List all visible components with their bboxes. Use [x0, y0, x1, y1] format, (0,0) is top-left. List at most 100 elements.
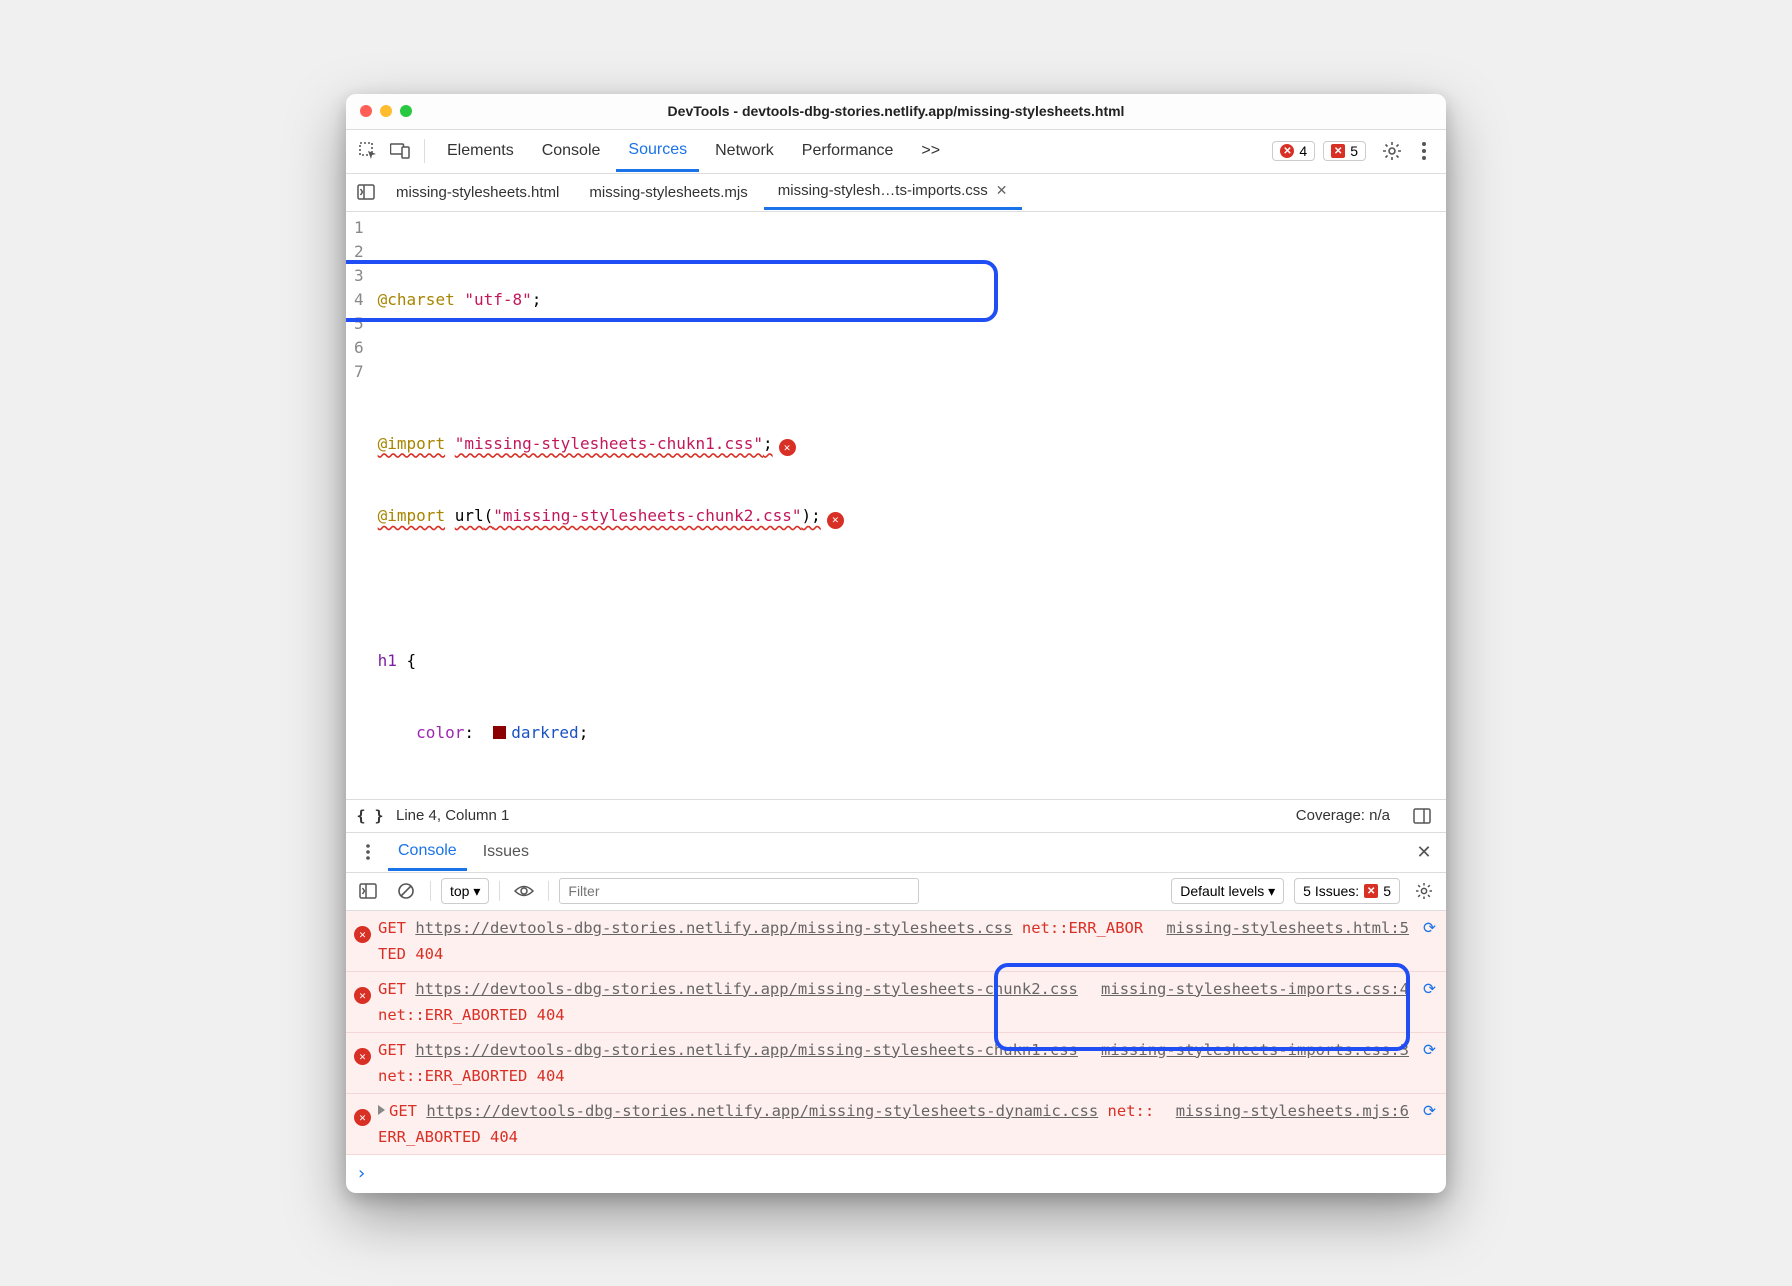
reload-icon[interactable]: ⟳ — [1423, 976, 1436, 1028]
tab-network[interactable]: Network — [703, 132, 786, 170]
levels-label: Default levels ▾ — [1180, 883, 1275, 900]
close-tab-icon[interactable]: ✕ — [996, 182, 1008, 199]
token-punct: : — [464, 723, 493, 742]
console-error-row[interactable]: ✕ GET https://devtools-dbg-stories.netli… — [346, 911, 1446, 972]
issues-count: 5 — [1383, 883, 1391, 899]
context-selector[interactable]: top ▾ — [441, 878, 489, 904]
console-error-row[interactable]: ✕ GET https://devtools-dbg-stories.netli… — [346, 1094, 1446, 1155]
token-keyword: @import — [378, 506, 445, 525]
divider — [424, 139, 425, 163]
tab-performance[interactable]: Performance — [790, 132, 906, 170]
drawer-tab-issues[interactable]: Issues — [473, 835, 539, 869]
token-string: "utf-8" — [464, 290, 531, 309]
token-punct: ; — [579, 723, 589, 742]
reload-icon[interactable]: ⟳ — [1423, 1098, 1436, 1150]
drawer-kebab-icon[interactable] — [354, 838, 382, 866]
divider — [499, 881, 500, 901]
log-message: GET https://devtools-dbg-stories.netlify… — [378, 915, 1148, 967]
file-tab-label: missing-stylesheets.html — [396, 184, 559, 201]
window-title: DevTools - devtools-dbg-stories.netlify.… — [360, 103, 1432, 119]
line-number: 5 — [354, 312, 364, 336]
settings-gear-icon[interactable] — [1378, 137, 1406, 165]
device-toolbar-icon[interactable] — [386, 137, 414, 165]
code-area[interactable]: @charset "utf-8"; @import "missing-style… — [378, 216, 1446, 793]
issues-link[interactable]: 5 Issues: ✕ 5 — [1294, 878, 1400, 904]
token-string: "missing-stylesheets-chukn1.css" — [455, 434, 763, 453]
divider — [430, 881, 431, 901]
log-message: GET https://devtools-dbg-stories.netlify… — [378, 976, 1083, 1028]
log-url[interactable]: https://devtools-dbg-stories.netlify.app… — [415, 1041, 1078, 1059]
color-swatch-icon[interactable] — [493, 726, 506, 739]
tab-console[interactable]: Console — [530, 132, 613, 170]
editor-statusbar: { } Line 4, Column 1 Coverage: n/a — [346, 799, 1446, 833]
divider — [548, 881, 549, 901]
main-tabstrip: Elements Console Sources Network Perform… — [346, 130, 1446, 174]
error-icon: ✕ — [354, 926, 371, 943]
console-log: ✕ GET https://devtools-dbg-stories.netli… — [346, 911, 1446, 1193]
line-number: 7 — [354, 360, 364, 384]
log-message: GET https://devtools-dbg-stories.netlify… — [378, 1098, 1158, 1150]
log-url[interactable]: https://devtools-dbg-stories.netlify.app… — [415, 980, 1078, 998]
console-sidebar-toggle-icon[interactable] — [354, 877, 382, 905]
close-window-button[interactable] — [360, 105, 372, 117]
error-count: 4 — [1299, 143, 1307, 159]
file-tab-mjs[interactable]: missing-stylesheets.mjs — [575, 176, 761, 209]
file-tab-css[interactable]: missing-stylesh…ts-imports.css ✕ — [764, 174, 1022, 210]
token-punct: { — [397, 651, 416, 670]
token-keyword: @import — [378, 434, 445, 453]
expand-triangle-icon[interactable] — [378, 1105, 385, 1115]
console-error-row[interactable]: ✕ GET https://devtools-dbg-stories.netli… — [346, 1033, 1446, 1094]
coverage-status: Coverage: n/a — [1296, 807, 1390, 824]
issue-count: 5 — [1350, 143, 1358, 159]
reload-icon[interactable]: ⟳ — [1423, 1037, 1436, 1089]
token-punct: ; — [763, 434, 773, 453]
error-count-badge[interactable]: ✕ 4 — [1272, 141, 1315, 161]
console-error-row[interactable]: ✕ GET https://devtools-dbg-stories.netli… — [346, 972, 1446, 1033]
console-settings-gear-icon[interactable] — [1410, 877, 1438, 905]
navigator-toggle-icon[interactable] — [352, 178, 380, 206]
token-punct: ; — [532, 290, 542, 309]
error-icon[interactable]: ✕ — [827, 512, 844, 529]
token-fn: url — [455, 506, 484, 525]
minimize-window-button[interactable] — [380, 105, 392, 117]
token-punct: ( — [484, 506, 494, 525]
console-filter-input[interactable] — [559, 878, 919, 904]
error-icon[interactable]: ✕ — [779, 439, 796, 456]
log-url[interactable]: https://devtools-dbg-stories.netlify.app… — [415, 919, 1012, 937]
token-indent — [378, 723, 417, 742]
tab-elements[interactable]: Elements — [435, 132, 526, 170]
issue-square-icon: ✕ — [1364, 884, 1378, 898]
log-source-link[interactable]: missing-stylesheets.html:5 — [1166, 915, 1409, 967]
line-number: 4 — [354, 288, 364, 312]
drawer-tab-console[interactable]: Console — [388, 834, 467, 871]
log-url[interactable]: https://devtools-dbg-stories.netlify.app… — [426, 1102, 1098, 1120]
error-icon: ✕ — [354, 987, 371, 1004]
inspect-element-icon[interactable] — [354, 137, 382, 165]
file-tab-label: missing-stylesh…ts-imports.css — [778, 182, 988, 199]
issue-square-icon: ✕ — [1331, 144, 1345, 158]
issues-label: 5 Issues: — [1303, 883, 1359, 899]
log-source-link[interactable]: missing-stylesheets-imports.css:3 — [1101, 1037, 1409, 1089]
reload-icon[interactable]: ⟳ — [1423, 915, 1436, 967]
issue-count-badge[interactable]: ✕ 5 — [1323, 141, 1366, 161]
token-property: color — [416, 723, 464, 742]
tab-more[interactable]: >> — [909, 132, 952, 170]
pretty-print-icon[interactable]: { } — [356, 802, 384, 830]
close-drawer-icon[interactable]: ✕ — [1410, 838, 1438, 866]
tab-sources[interactable]: Sources — [616, 131, 699, 172]
sidebar-toggle-icon[interactable] — [1408, 802, 1436, 830]
log-source-link[interactable]: missing-stylesheets-imports.css:4 — [1101, 976, 1409, 1028]
log-levels-selector[interactable]: Default levels ▾ — [1171, 878, 1284, 904]
zoom-window-button[interactable] — [400, 105, 412, 117]
kebab-menu-icon[interactable] — [1410, 137, 1438, 165]
file-tab-label: missing-stylesheets.mjs — [589, 184, 747, 201]
line-gutter: 1 2 3 4 5 6 7 — [346, 216, 378, 793]
log-source-link[interactable]: missing-stylesheets.mjs:6 — [1176, 1098, 1409, 1150]
token-value: darkred — [511, 723, 578, 742]
console-prompt[interactable]: › — [346, 1155, 1446, 1193]
file-tab-html[interactable]: missing-stylesheets.html — [382, 176, 573, 209]
line-number: 6 — [354, 336, 364, 360]
code-editor[interactable]: 1 2 3 4 5 6 7 @charset "utf-8"; @import … — [346, 212, 1446, 799]
clear-console-icon[interactable] — [392, 877, 420, 905]
live-expression-eye-icon[interactable] — [510, 877, 538, 905]
